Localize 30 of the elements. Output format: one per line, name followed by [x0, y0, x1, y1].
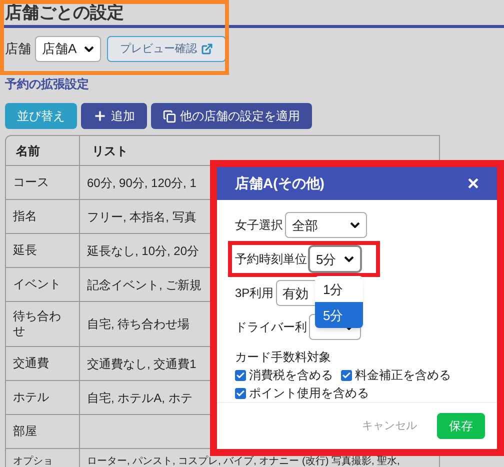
table-cell-text: 交通費なし, 交通費1: [87, 356, 196, 372]
column-header: リスト: [91, 142, 129, 160]
field-label: 3P利用: [235, 285, 274, 302]
table-cell-text: 自宅, 待ち合わせ場: [87, 316, 190, 333]
table-cell-text: 記念イベント, ご新規: [87, 276, 202, 294]
field-label: 女子選択: [235, 217, 283, 234]
modal-title: 店舗A(その他): [235, 174, 324, 194]
table-cell-text: 延長なし, 10分, 20分: [87, 242, 200, 260]
table-cell: 指名: [13, 209, 37, 224]
checkbox-label: 消費税を含める: [249, 367, 333, 384]
field-label: 予約時刻単位: [235, 251, 307, 268]
page-title: 店舗ごとの設定: [5, 2, 125, 24]
table-cell: コース: [13, 175, 49, 190]
table-cell: ホテル: [13, 390, 49, 405]
column-header: 名前: [6, 136, 80, 165]
table-cell-text: 60分, 90分, 120分, 1: [87, 174, 196, 192]
field-label: ドライバー利: [235, 319, 307, 336]
checkbox-label: ポイント使用を含める: [249, 385, 369, 402]
table-cell: オプショ: [13, 457, 53, 467]
table-cell: ローター, パンスト, コスプレ, バイブ, オナニー (改行) 写真撮影, 聖水,: [87, 457, 400, 467]
group-label: カード手数料対象: [235, 349, 332, 366]
table-cell: 部屋: [13, 424, 37, 439]
table-cell-text: 自宅, ホテルA, ホテ: [87, 390, 192, 406]
table-cell: 交通費: [13, 356, 49, 371]
table-cell: 延長: [13, 243, 37, 258]
table-cell-text: 待ち合わせ: [13, 309, 62, 339]
store-label: 店舗: [5, 40, 31, 58]
table-cell: イベント: [13, 277, 61, 292]
table-cell-text: フリー, 本指名, 写真: [87, 208, 196, 226]
checkbox-label: 料金補正を含める: [355, 367, 451, 384]
